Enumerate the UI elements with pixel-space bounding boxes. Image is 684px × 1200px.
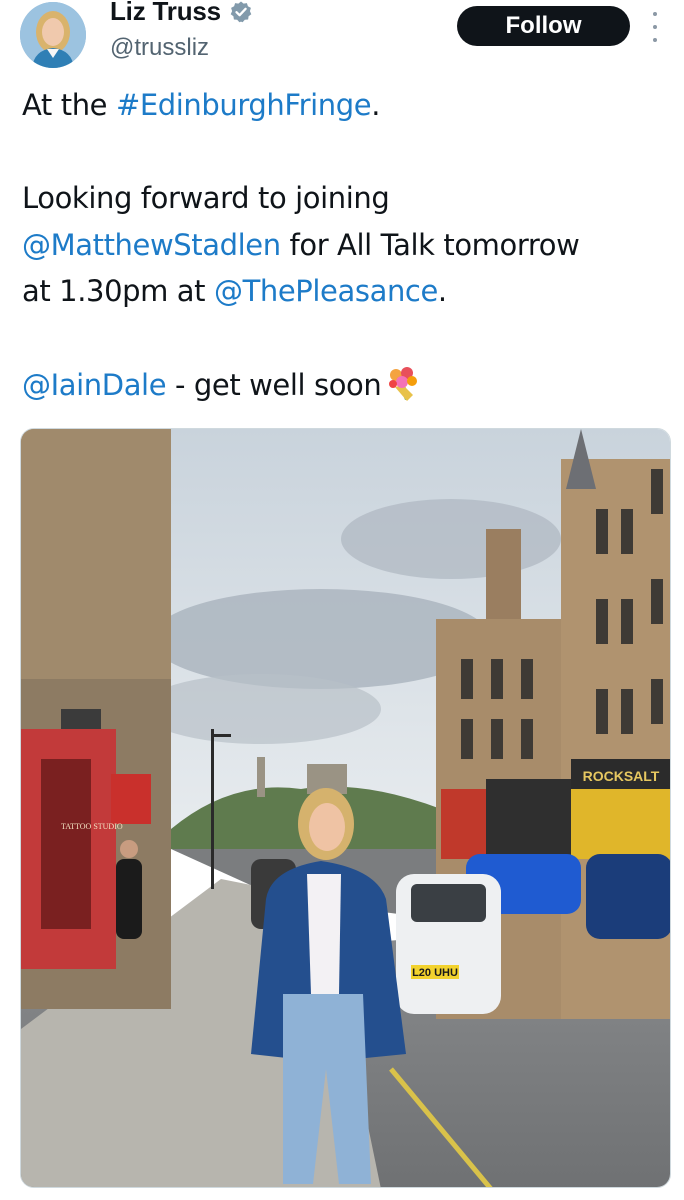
street-photo: ROCKSALT TATTOO STUDIO L20 UHU bbox=[21, 429, 670, 1187]
tweet-photo[interactable]: ROCKSALT TATTOO STUDIO L20 UHU bbox=[20, 428, 671, 1188]
tweet-header: Liz Truss @trussliz Follow bbox=[0, 0, 684, 70]
mention-link[interactable]: @ThePleasance bbox=[214, 274, 438, 308]
tweet-line: At the #EdinburghFringe. bbox=[22, 82, 672, 129]
avatar[interactable] bbox=[20, 2, 86, 68]
tweet-line: at 1.30pm at @ThePleasance. bbox=[22, 268, 672, 315]
more-vertical-icon[interactable] bbox=[646, 12, 664, 42]
follow-button[interactable]: Follow bbox=[457, 6, 630, 46]
mention-link[interactable]: @MatthewStadlen bbox=[22, 228, 281, 262]
shop-sign-left: TATTOO STUDIO bbox=[61, 822, 123, 831]
tweet-line: Looking forward to joining bbox=[22, 181, 390, 216]
hashtag-link[interactable]: #EdinburghFringe bbox=[116, 88, 372, 122]
tweet-text-segment: at 1.30pm at bbox=[22, 274, 214, 309]
tweet-text-segment: . bbox=[437, 274, 447, 309]
verified-badge-icon bbox=[230, 1, 252, 22]
number-plate: L20 UHU bbox=[412, 967, 458, 979]
author-handle[interactable]: @trussliz bbox=[110, 34, 209, 62]
tweet-text-segment: - get well soon bbox=[166, 367, 382, 402]
shop-sign-right: ROCKSALT bbox=[583, 768, 660, 784]
mention-link[interactable]: @IainDale bbox=[22, 368, 167, 402]
tweet-text-segment: At the bbox=[22, 88, 116, 122]
profile-photo-icon bbox=[20, 2, 86, 68]
tweet-text-segment: for All Talk tomorrow bbox=[280, 227, 580, 262]
tweet-line: @IainDale - get well soon bbox=[22, 362, 672, 409]
bouquet-icon bbox=[389, 366, 418, 401]
tweet-text: At the #EdinburghFringe. Looking forward… bbox=[22, 82, 672, 408]
tweet-line: @MatthewStadlen for All Talk tomorrow bbox=[22, 222, 672, 269]
bottom-strip bbox=[0, 1192, 684, 1200]
tweet-text-segment: . bbox=[371, 88, 381, 122]
author-name[interactable]: Liz Truss bbox=[110, 0, 221, 27]
